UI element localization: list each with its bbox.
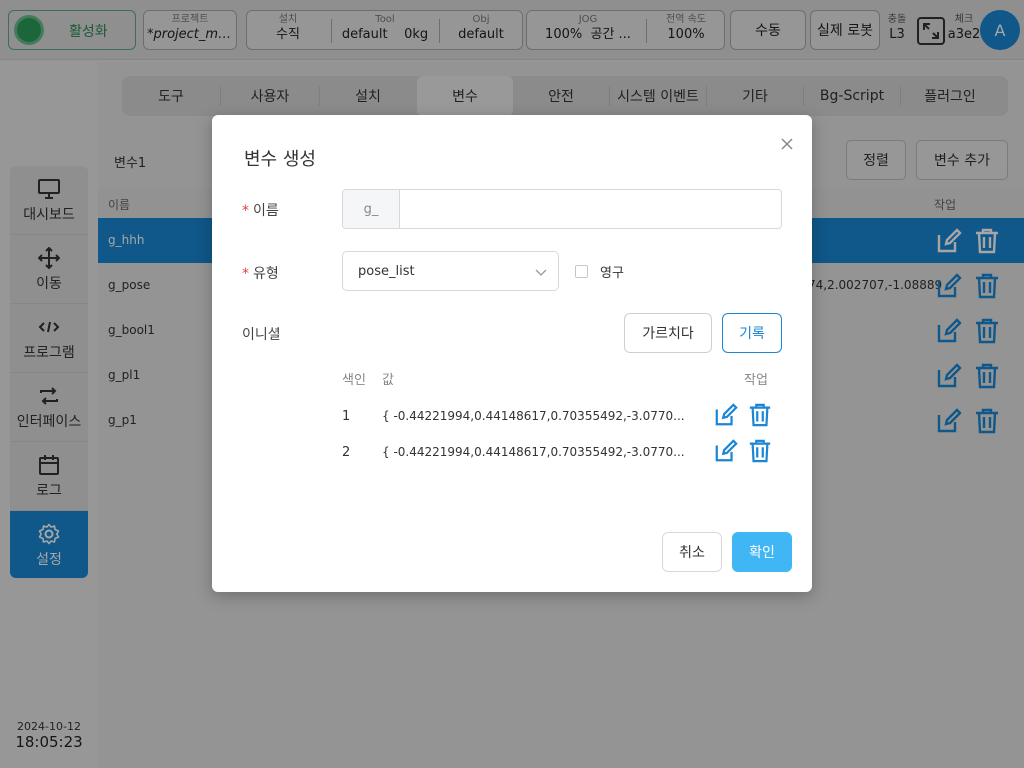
required-mark: * <box>242 203 249 219</box>
confirm-button[interactable]: 확인 <box>732 532 792 572</box>
column-value: 값 <box>382 373 394 388</box>
type-label: * 유형 <box>242 266 279 282</box>
persist-checkbox[interactable] <box>575 265 588 278</box>
name-input-group: g_ <box>342 189 782 229</box>
list-item[interactable]: 2 { -0.44221994,0.44148617,0.70355492,-3… <box>342 437 782 467</box>
edit-icon[interactable] <box>714 403 738 431</box>
record-button[interactable]: 기록 <box>722 313 782 353</box>
name-input[interactable] <box>401 190 781 228</box>
row-value: { -0.44221994,0.44148617,0.70355492,-3.0… <box>382 445 685 459</box>
column-index: 색인 <box>342 373 366 388</box>
name-prefix: g_ <box>343 190 400 228</box>
close-icon[interactable] <box>778 135 796 153</box>
create-variable-dialog: 변수 생성 * 이름 g_ * 유형 pose_list 영구 이니셜 가르치다 기… <box>212 115 812 592</box>
trash-icon[interactable] <box>748 403 772 431</box>
chevron-down-icon <box>535 266 547 281</box>
initial-label: 이니셜 <box>242 327 281 343</box>
type-value: pose_list <box>358 264 415 279</box>
trash-icon[interactable] <box>748 439 772 467</box>
edit-icon[interactable] <box>714 439 738 467</box>
list-item[interactable]: 1 { -0.44221994,0.44148617,0.70355492,-3… <box>342 401 782 431</box>
column-action: 작업 <box>744 373 768 388</box>
cancel-button[interactable]: 취소 <box>662 532 722 572</box>
name-label: * 이름 <box>242 203 279 219</box>
row-index: 1 <box>342 409 351 424</box>
required-mark: * <box>242 266 249 282</box>
persist-label: 영구 <box>600 266 624 281</box>
dialog-title: 변수 생성 <box>244 149 316 170</box>
teach-button[interactable]: 가르치다 <box>624 313 712 353</box>
type-select[interactable]: pose_list <box>342 251 559 291</box>
row-index: 2 <box>342 445 351 460</box>
row-value: { -0.44221994,0.44148617,0.70355492,-3.0… <box>382 409 685 423</box>
